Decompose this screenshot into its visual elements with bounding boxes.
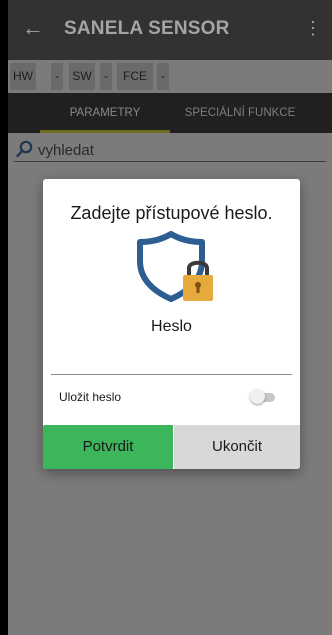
hw-label: HW <box>10 63 36 90</box>
device-info-bar: HW - SW - FCE - <box>8 60 332 93</box>
search-underline <box>14 161 326 162</box>
toggle-thumb <box>250 389 265 404</box>
arrow-left-icon[interactable]: ← <box>22 16 44 40</box>
password-dialog: Zadejte přístupové heslo. Heslo Uložit h… <box>43 179 300 469</box>
save-password-toggle[interactable] <box>250 389 275 404</box>
save-password-label: Uložit heslo <box>59 390 122 404</box>
password-label: Heslo <box>151 318 192 335</box>
tab-parametry-label: PARAMETRY <box>69 107 141 119</box>
tab-bar: PARAMETRY SPECIÁLNÍ FUNKCE <box>8 93 332 133</box>
fce-label: FCE <box>117 63 153 90</box>
search-bar <box>8 134 332 166</box>
hw-value: - <box>51 63 63 90</box>
app-bar: ← SANELA SENSOR ⋮ <box>8 0 332 60</box>
app-title: SANELA SENSOR <box>64 18 230 39</box>
password-underline <box>51 374 292 375</box>
fce-value: - <box>157 63 169 90</box>
confirm-button[interactable]: Potvrdit <box>43 425 173 469</box>
password-input[interactable] <box>51 349 292 375</box>
tab-parametry[interactable]: PARAMETRY <box>40 93 170 133</box>
screen-left-edge <box>0 0 8 635</box>
cancel-button[interactable]: Ukončit <box>174 425 300 469</box>
search-icon <box>16 140 34 163</box>
tab-specialni-funkce-label: SPECIÁLNÍ FUNKCE <box>184 107 296 119</box>
tab-specialni-funkce[interactable]: SPECIÁLNÍ FUNKCE <box>170 93 310 133</box>
sw-label: SW <box>69 63 95 90</box>
sw-value: - <box>100 63 112 90</box>
more-vert-icon[interactable]: ⋮ <box>304 18 322 39</box>
search-input[interactable] <box>36 137 320 163</box>
tab-indicator <box>40 130 170 133</box>
shield-lock-icon <box>137 231 219 308</box>
dialog-heading: Zadejte přístupové heslo. <box>70 203 273 223</box>
